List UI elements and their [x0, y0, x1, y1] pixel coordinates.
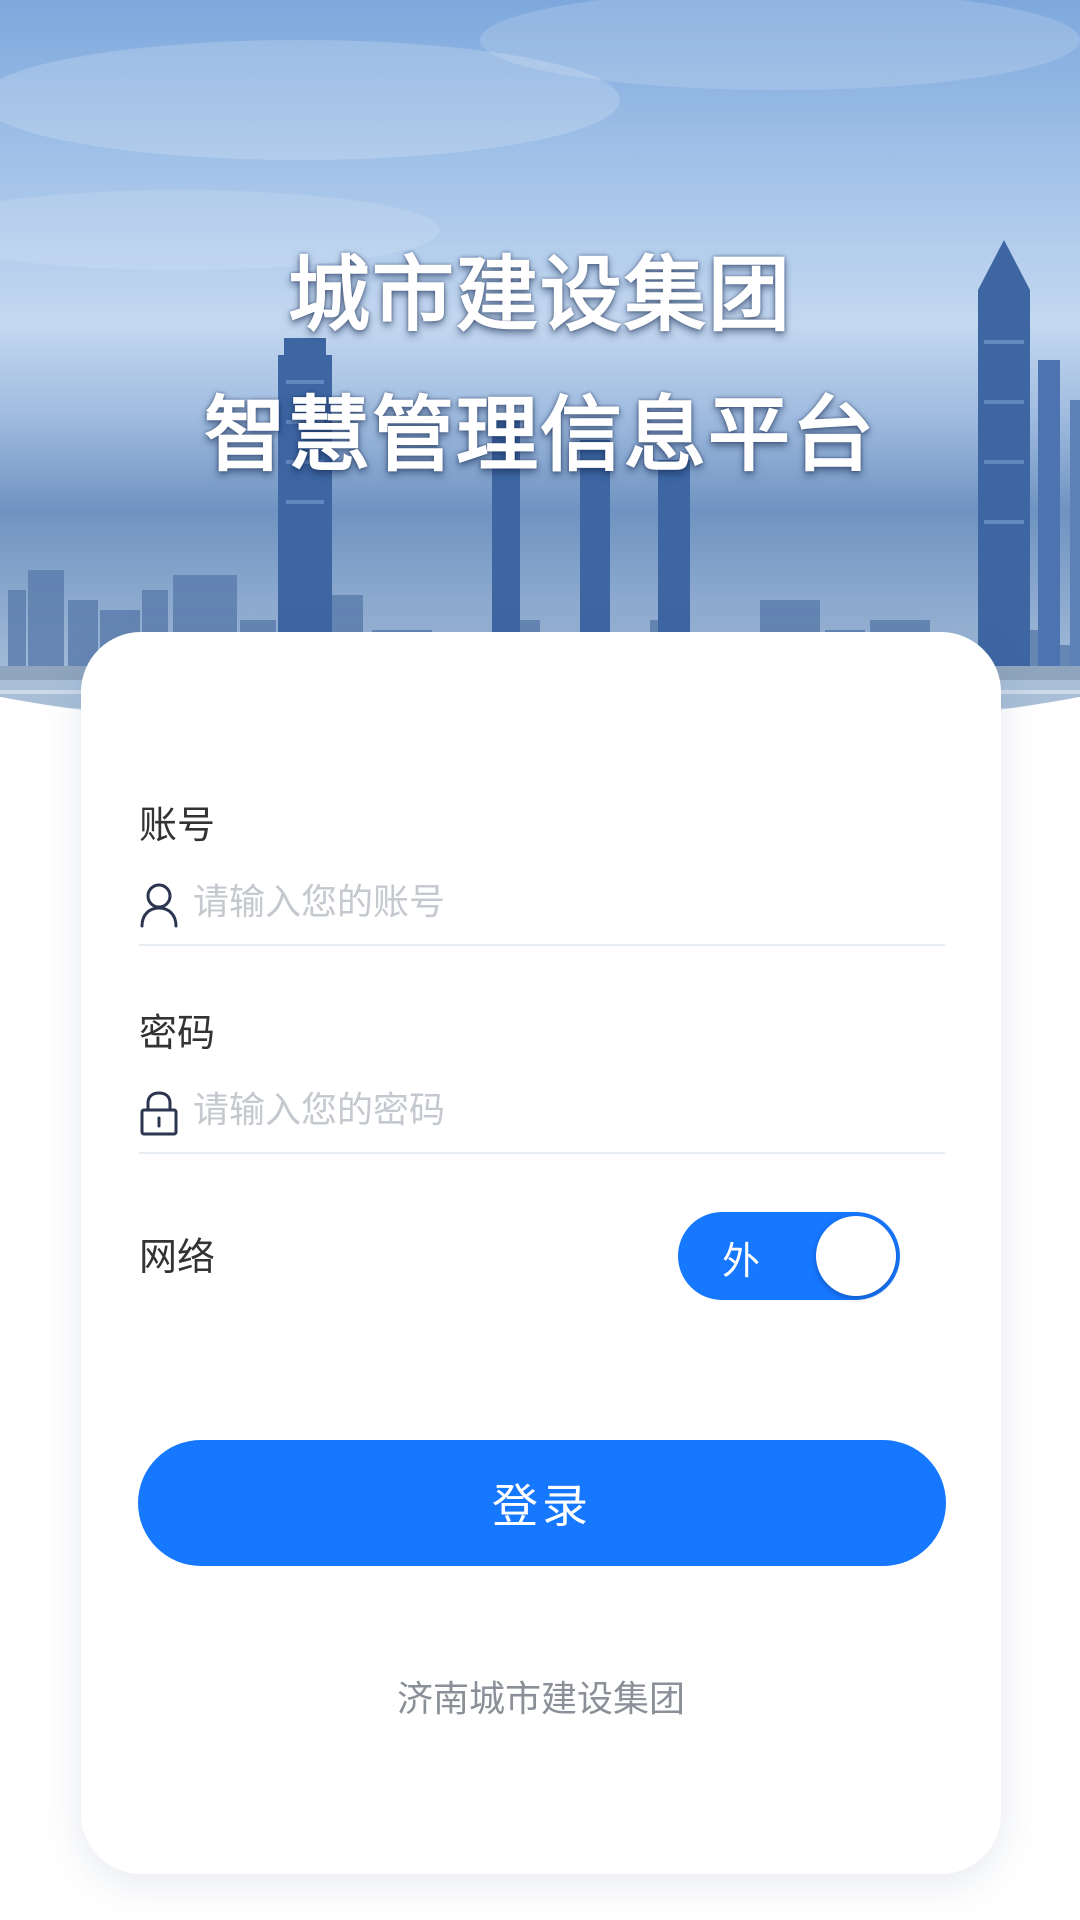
- user-icon: [139, 882, 179, 928]
- hero-title-line1: 城市建设集团: [287, 248, 792, 343]
- password-field: [139, 1072, 945, 1154]
- footer-company: 济南城市建设集团: [396, 1679, 685, 1720]
- password-label: 密码: [139, 1011, 216, 1055]
- login-card: 账号 密码 网络 外: [81, 632, 1001, 1874]
- login-page: 城市建设集团 智慧管理信息平台 账号 密码: [0, 0, 1080, 1920]
- network-toggle[interactable]: 外: [678, 1212, 900, 1300]
- hero-banner: 城市建设集团 智慧管理信息平台: [0, 0, 1080, 735]
- hero-title-line2: 智慧管理信息平台: [203, 388, 876, 483]
- lock-icon: [139, 1090, 179, 1136]
- login-button[interactable]: 登录: [138, 1440, 946, 1566]
- account-input[interactable]: [193, 870, 933, 934]
- network-label: 网络: [139, 1235, 216, 1279]
- network-toggle-text: 外: [722, 1239, 761, 1283]
- toggle-knob: [816, 1216, 896, 1296]
- password-input[interactable]: [193, 1078, 933, 1142]
- account-label: 账号: [139, 803, 216, 847]
- account-field: [139, 864, 945, 946]
